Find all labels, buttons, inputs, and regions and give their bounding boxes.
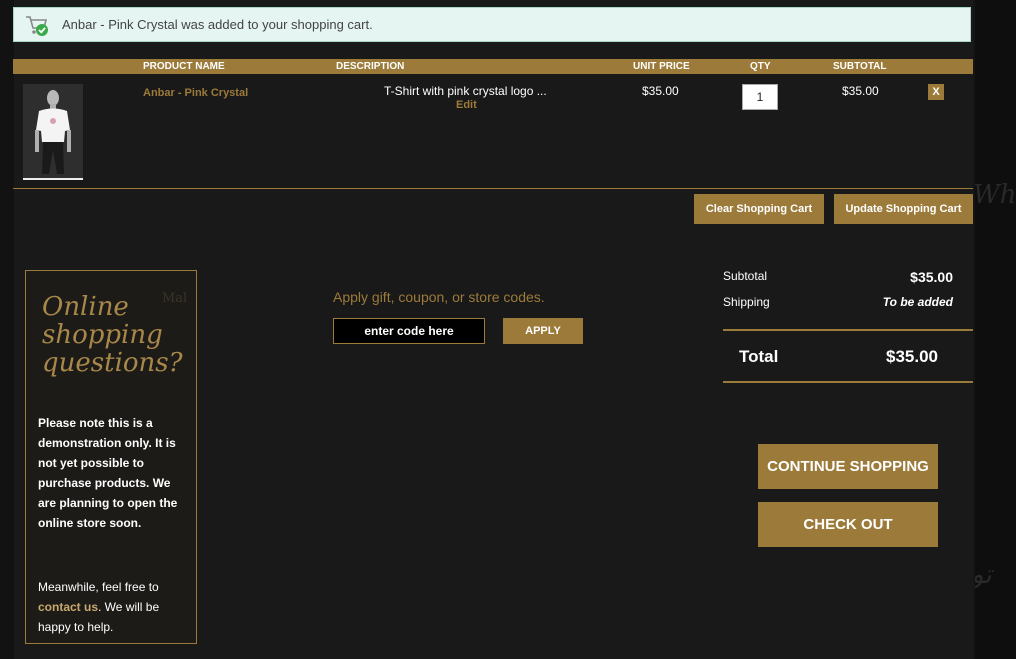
product-name-link[interactable]: Anbar - Pink Crystal: [143, 87, 248, 99]
checkout-button[interactable]: CHECK OUT: [758, 502, 938, 547]
contact-us-link[interactable]: contact us: [38, 600, 98, 614]
apply-code-button[interactable]: APPLY: [503, 318, 583, 344]
clear-cart-button[interactable]: Clear Shopping Cart: [694, 194, 824, 224]
help-sidebar: Mal Online shopping questions? Please no…: [25, 270, 197, 644]
product-description: T-Shirt with pink crystal logo ...: [384, 84, 547, 98]
totals-divider-top: [723, 329, 973, 331]
total-value: $35.00: [886, 347, 938, 366]
background-left: [0, 0, 14, 659]
update-cart-button[interactable]: Update Shopping Cart: [834, 194, 973, 224]
cart-table-header: PRODUCT NAME DESCRIPTION UNIT PRICE QTY …: [13, 59, 973, 74]
sidebar-heading: Online shopping questions?: [42, 292, 183, 378]
subtotal-label: Subtotal: [723, 269, 768, 283]
notice-message: Anbar - Pink Crystal was added to your s…: [62, 17, 373, 32]
row-divider: [13, 188, 973, 189]
contact-note: Meanwhile, feel free to contact us. We w…: [38, 577, 188, 637]
product-thumbnail[interactable]: [23, 84, 83, 180]
remove-item-button[interactable]: X: [928, 84, 944, 100]
header-subtotal: SUBTOTAL: [833, 61, 887, 72]
total-label: Total: [739, 347, 779, 366]
header-unit-price: UNIT PRICE: [633, 61, 690, 72]
continue-shopping-button[interactable]: CONTINUE SHOPPING: [758, 444, 938, 489]
quantity-input[interactable]: [742, 84, 778, 110]
success-notice: Anbar - Pink Crystal was added to your s…: [13, 7, 971, 42]
header-qty: QTY: [750, 61, 771, 72]
coupon-label: Apply gift, coupon, or store codes.: [333, 289, 545, 305]
demo-note: Please note this is a demonstration only…: [38, 416, 178, 530]
shipping-value: To be added: [882, 295, 953, 309]
cart-check-icon: [24, 12, 50, 38]
header-description: DESCRIPTION: [336, 61, 405, 72]
coupon-code-input[interactable]: [333, 318, 485, 344]
background-decoration: Wh تو: [975, 0, 1016, 659]
header-product-name: PRODUCT NAME: [143, 61, 225, 72]
totals-divider-bottom: [723, 381, 973, 383]
edit-item-link[interactable]: Edit: [456, 99, 477, 111]
shipping-label: Shipping: [723, 295, 770, 309]
item-subtotal: $35.00: [842, 84, 879, 98]
subtotal-value: $35.00: [910, 269, 953, 285]
unit-price: $35.00: [642, 84, 679, 98]
meanwhile-text: Meanwhile, feel free to: [38, 580, 159, 594]
